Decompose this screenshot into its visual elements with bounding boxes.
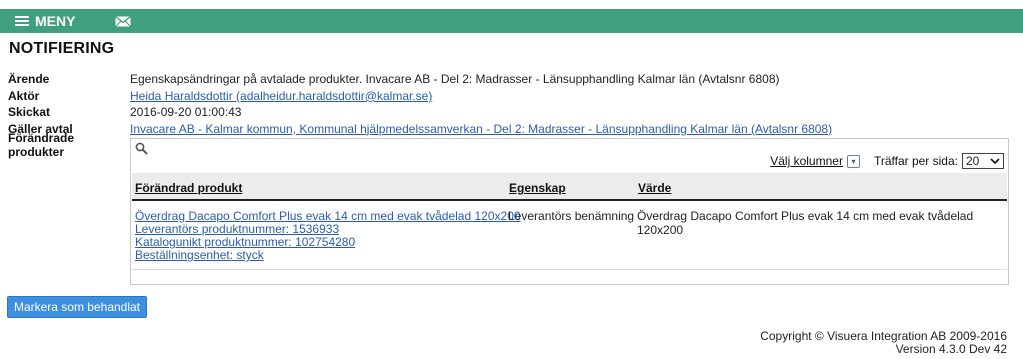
menu-label: MENY xyxy=(35,13,76,29)
hamburger-icon xyxy=(15,14,29,28)
catalog-product-number-link[interactable]: Katalogunikt produktnummer: 102754280 xyxy=(135,235,355,249)
hits-per-page-value: 20 xyxy=(966,154,980,168)
changed-products-panel: Välj kolumner ▾ Träffar per sida: 20 För… xyxy=(130,138,1009,285)
chevron-down-icon[interactable]: ▾ xyxy=(846,154,860,168)
header-varde[interactable]: Värde xyxy=(638,181,671,195)
version-text: Version 4.3.0 Dev 42 xyxy=(895,342,1007,356)
header-egenskap[interactable]: Egenskap xyxy=(509,181,566,195)
table-header: Förändrad produkt Egenskap Värde xyxy=(132,173,1007,201)
menu-button[interactable]: MENY xyxy=(15,13,75,29)
galler-avtal-link[interactable]: Invacare AB - Kalmar kommun, Kommunal hj… xyxy=(130,122,832,136)
forandrade-produkter-label: Förändrade produkter xyxy=(8,131,75,160)
skickat-label: Skickat xyxy=(8,105,51,120)
row-divider xyxy=(132,269,1007,270)
supplier-product-number-link[interactable]: Leverantörs produktnummer: 1536933 xyxy=(135,222,339,236)
search-icon[interactable] xyxy=(135,142,148,158)
arende-value: Egenskapsändringar på avtalade produkter… xyxy=(130,72,780,87)
header-forandrad-produkt[interactable]: Förändrad produkt xyxy=(135,181,242,195)
hits-per-page-select[interactable]: 20 xyxy=(962,153,1004,169)
skickat-value: 2016-09-20 01:00:43 xyxy=(130,105,242,120)
mail-icon[interactable] xyxy=(115,15,132,27)
hits-per-page-label: Träffar per sida: xyxy=(873,154,958,168)
select-arrow-icon xyxy=(990,157,1000,164)
value-cell: Överdrag Dacapo Comfort Plus evak 14 cm … xyxy=(637,209,974,237)
mark-as-handled-button[interactable]: Markera som behandlat xyxy=(7,296,147,318)
arende-label: Ärende xyxy=(8,72,50,87)
top-navigation-bar: MENY xyxy=(0,9,1023,33)
aktor-link[interactable]: Heida Haraldsdottir (adalheidur.haraldsd… xyxy=(130,89,432,103)
aktor-label: Aktör xyxy=(8,88,40,103)
table-toolbar: Välj kolumner ▾ Träffar per sida: 20 xyxy=(770,153,1004,169)
order-unit-link[interactable]: Beställningsenhet: styck xyxy=(135,248,264,262)
choose-columns-link[interactable]: Välj kolumner xyxy=(770,154,843,168)
property-cell: Leverantörs benämning xyxy=(508,209,635,223)
page-title: NOTIFIERING xyxy=(9,40,115,57)
footer: Copyright © Visuera Integration AB 2009-… xyxy=(760,330,1007,356)
product-name-link[interactable]: Överdrag Dacapo Comfort Plus evak 14 cm … xyxy=(135,209,521,223)
